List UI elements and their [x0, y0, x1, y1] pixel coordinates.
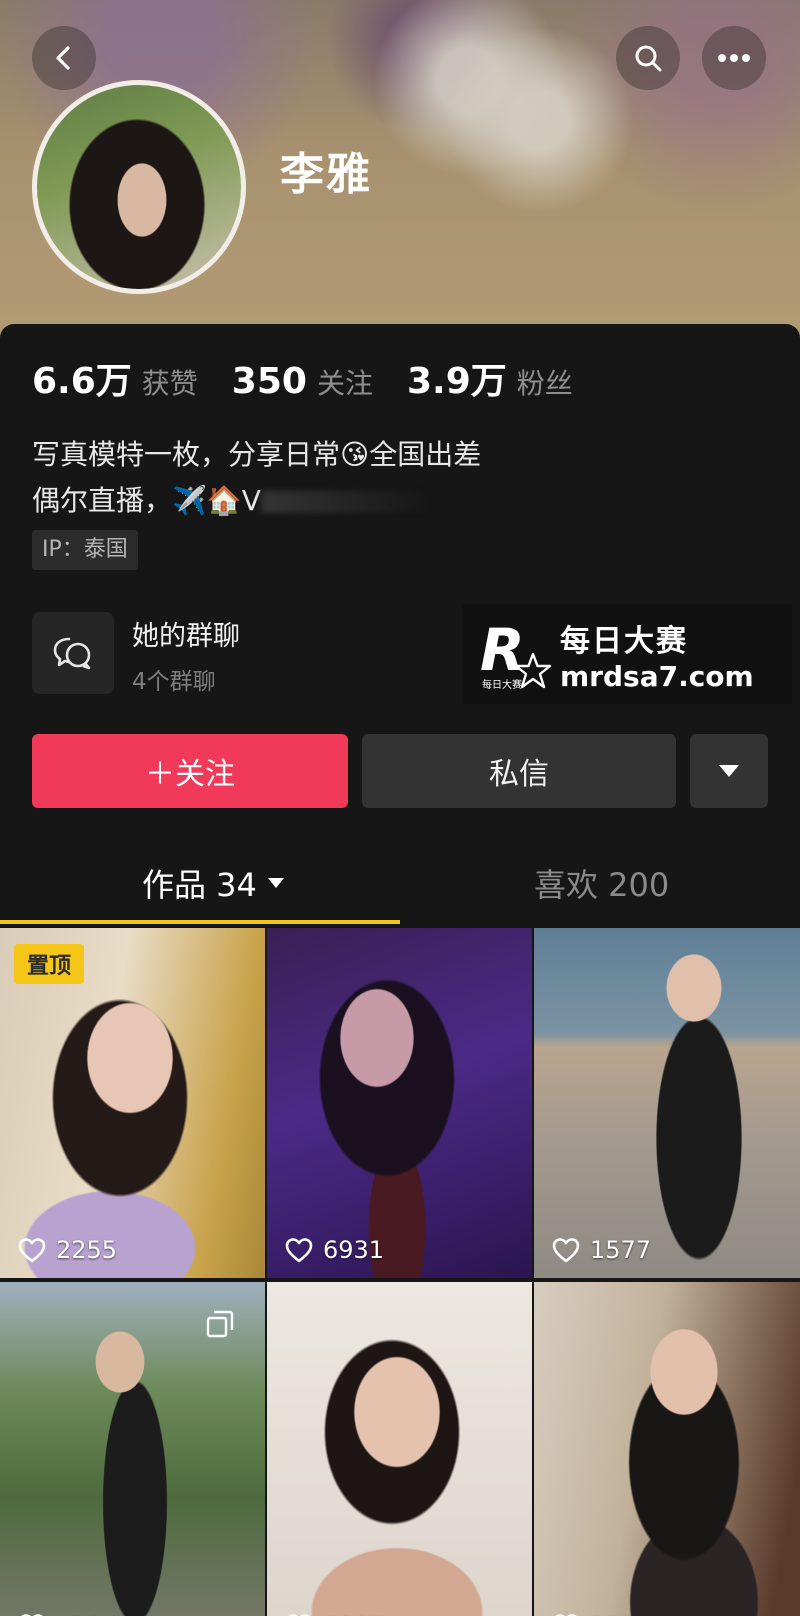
bio-line: 偶尔直播，✈️🏠V — [32, 484, 261, 517]
active-tab-indicator — [0, 920, 400, 924]
video-likes-count: 1577 — [590, 1236, 652, 1264]
bio-line-container: 偶尔直播，✈️🏠V — [32, 478, 752, 524]
video-likes-count: 2255 — [56, 1236, 118, 1264]
tab-works[interactable]: 作品 34 — [142, 860, 285, 906]
tab-likes[interactable]: 喜欢 200 — [534, 860, 669, 906]
profile-bio: 写真模特一枚，分享日常😘全国出差 偶尔直播，✈️🏠V — [32, 432, 752, 524]
follow-button[interactable]: ＋关注 — [32, 734, 348, 808]
video-likes: 2255 — [18, 1236, 117, 1264]
pinned-badge: 置顶 — [14, 944, 84, 984]
watermark-overlay: R 每日大赛 每日大赛 mrdsa7.com — [462, 604, 792, 704]
video-likes: 6931 — [285, 1236, 384, 1264]
video-thumbnail[interactable]: 1384 — [0, 1282, 265, 1616]
search-button[interactable] — [616, 26, 680, 90]
triangle-down-icon — [719, 765, 739, 777]
group-chat-count: 4个群聊 — [132, 669, 216, 695]
video-likes-count: 6931 — [323, 1236, 385, 1264]
video-likes: 1384 — [18, 1612, 117, 1616]
video-likes-count: 5887 — [323, 1612, 384, 1616]
stat-following[interactable]: 350 关注 — [232, 361, 373, 402]
tab-likes-label: 喜欢 200 — [534, 866, 670, 904]
tab-works-label: 作品 34 — [142, 866, 257, 904]
stat-followers[interactable]: 3.9万 粉丝 — [407, 352, 573, 404]
heart-icon — [285, 1238, 313, 1263]
chevron-left-icon — [56, 46, 70, 70]
watermark-name: 每日大赛 — [560, 623, 688, 659]
watermark-logo-caption: 每日大赛 — [482, 680, 522, 691]
watermark-logo: R 每日大赛 — [480, 614, 552, 694]
stat-value: 3.9万 — [406, 361, 507, 402]
ip-location-tag: IP：泰国 — [32, 530, 138, 570]
stat-label: 获赞 — [141, 367, 198, 400]
more-actions-dropdown[interactable] — [690, 734, 768, 808]
message-button[interactable]: 私信 — [362, 734, 676, 808]
video-likes: 2959 — [552, 1612, 651, 1616]
video-thumbnail[interactable]: 5887 — [267, 1282, 532, 1616]
video-likes: 5887 — [285, 1612, 384, 1616]
group-chat-button[interactable] — [32, 612, 114, 694]
heart-icon — [18, 1238, 46, 1263]
video-thumbnail[interactable]: 6931 — [267, 928, 532, 1278]
video-thumbnail[interactable]: 2959 — [534, 1282, 800, 1616]
stat-value: 6.6万 — [32, 361, 132, 402]
avatar[interactable] — [32, 80, 246, 294]
bio-line: 写真模特一枚，分享日常😘全国出差 — [32, 438, 482, 471]
stat-label: 粉丝 — [516, 367, 573, 400]
profile-stats: 6.6万 获赞 350 关注 3.9万 粉丝 — [32, 352, 573, 404]
blurred-contact — [260, 491, 431, 513]
video-likes-count: 1384 — [56, 1612, 117, 1616]
video-likes: 1577 — [552, 1236, 651, 1264]
stat-likes-received[interactable]: 6.6万 获赞 — [32, 352, 198, 404]
multi-image-icon — [206, 1310, 234, 1338]
back-button[interactable] — [32, 26, 96, 90]
heart-icon — [552, 1238, 580, 1263]
watermark-url: mrdsa7.com — [560, 659, 754, 693]
triangle-down-icon — [267, 878, 284, 888]
chat-bubbles-icon — [53, 637, 91, 670]
video-thumbnail[interactable]: 1577 — [534, 928, 800, 1278]
video-thumbnail[interactable]: 置顶 2255 — [0, 928, 265, 1278]
watermark-text: 每日大赛 mrdsa7.com — [560, 616, 754, 693]
video-likes-count: 2959 — [590, 1612, 651, 1616]
username: 李雅 — [280, 149, 372, 200]
stat-label: 关注 — [316, 367, 373, 400]
video-grid: 置顶 2255 6931 1577 1384 5887 2959 — [0, 928, 800, 1616]
stat-value: 350 — [231, 361, 307, 402]
more-dots-icon — [718, 54, 750, 62]
search-icon — [635, 45, 662, 72]
group-chat-title[interactable]: 她的群聊 — [132, 614, 240, 653]
more-options-button[interactable] — [702, 26, 766, 90]
